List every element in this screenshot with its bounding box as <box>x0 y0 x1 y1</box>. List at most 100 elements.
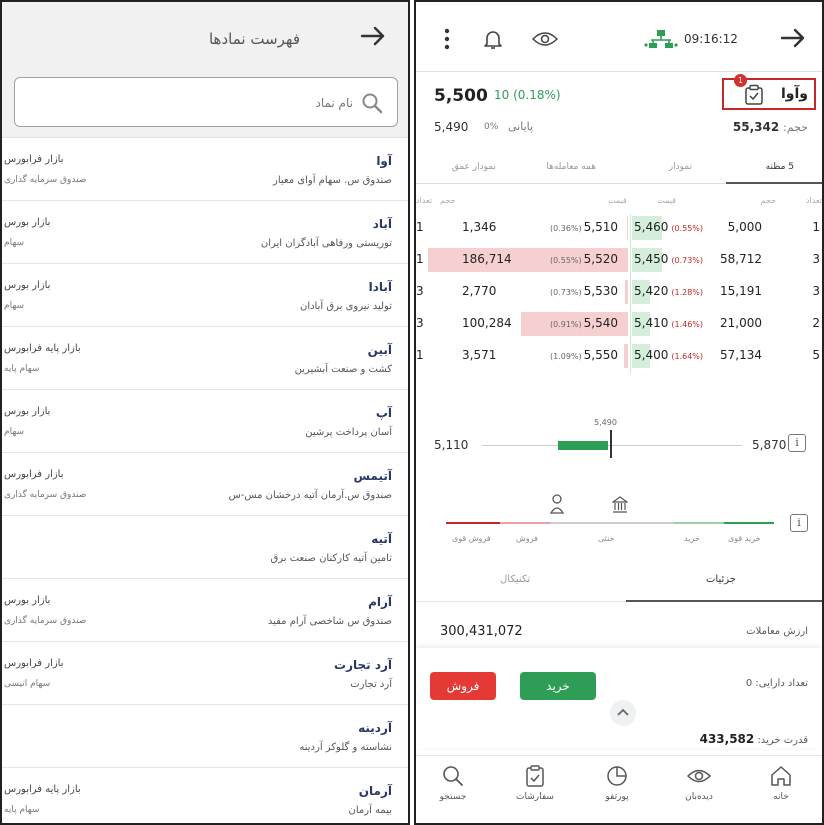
header-buy-count: تعداد <box>805 196 822 205</box>
buy-count: 3 <box>812 252 820 266</box>
symbol-type: سهام <box>4 427 25 437</box>
list-item[interactable]: آتیه تامین آتیه کارکنان صنعت برق <box>2 516 408 579</box>
list-item[interactable]: آرمان بیمه آرمان بازار پایه فرابورس سهام پا… <box>2 768 408 823</box>
info-icon[interactable]: i <box>790 514 808 532</box>
sell-price: (0.55%) 5,520 <box>550 252 618 266</box>
more-vertical-icon[interactable] <box>444 28 450 50</box>
buy-price: 5,400 (1.64%) <box>634 348 705 362</box>
tab-details[interactable]: جزئیات <box>706 574 736 585</box>
range-reference-marker <box>610 430 612 458</box>
volume-label: حجم: <box>783 121 808 134</box>
list-item[interactable]: آوا صندوق س. سهام آوای معیار بازار فرابورس… <box>2 138 408 201</box>
sell-count: 3 <box>416 316 424 330</box>
symbol-code: آپ <box>375 406 392 420</box>
buy-price-value: 5,400 <box>634 348 669 362</box>
nav-home[interactable]: خانه <box>746 764 816 802</box>
list-item[interactable]: آرد تجارت آرد تجارت بازار فرابورس سهام اتیس… <box>2 642 408 705</box>
holdings: تعداد دارایی: 0 <box>746 678 808 689</box>
buy-price-value: 5,450 <box>634 252 669 266</box>
tab-depth-chart[interactable]: نمودار عمق <box>452 162 496 172</box>
orderbook-row[interactable]: 1 186,714 (0.55%) 5,520 5,450 (0.73%) 58,712 3 <box>416 246 822 274</box>
buy-price-value: 5,410 <box>634 316 669 330</box>
arrow-right-icon[interactable] <box>358 22 388 50</box>
buy-power-value: 433,582 <box>699 732 755 746</box>
price-change: 10 (0.18%) <box>494 88 561 102</box>
network-status-icon <box>644 30 678 48</box>
search-input[interactable] <box>25 90 353 116</box>
symbol-company-name: آسان پرداخت پرشین <box>305 427 392 438</box>
symbol-company-name: نشاسته و گلوکز آردینه <box>299 742 392 753</box>
symbol-type: سهام اتیسی <box>4 679 51 689</box>
sell-volume: 3,571 <box>462 348 496 362</box>
symbol-company-name: صندوق س شاخصی آرام مفید <box>267 616 392 627</box>
buy-volume: 5,000 <box>728 220 762 234</box>
buy-price-percent: (0.73%) <box>671 256 704 265</box>
range-max: 5,870 <box>752 438 787 452</box>
tab-all-trades[interactable]: همه معامله‌ها <box>546 162 596 172</box>
buy-volume-value: 58,712 <box>720 252 762 266</box>
symbol-code: آرد تجارت <box>334 658 392 672</box>
nav-search[interactable]: جستجو <box>418 764 488 802</box>
symbol-type: سهام <box>4 301 25 311</box>
sell-count-value: 1 <box>416 348 424 362</box>
orderbook-row[interactable]: 3 100,284 (0.91%) 5,540 5,410 (1.46%) 21,000 2 <box>416 310 822 338</box>
range-reference-price: 5,490 <box>594 418 617 427</box>
arrow-right-icon[interactable] <box>778 24 808 52</box>
bank-icon <box>612 496 628 513</box>
buy-price: 5,460 (0.55%) <box>634 220 705 234</box>
tab-chart[interactable]: نمودار <box>669 162 692 172</box>
buy-count: 1 <box>812 220 820 234</box>
nav-orders-label: سفارشات <box>516 792 554 802</box>
clipboard-check-icon[interactable] <box>744 84 764 106</box>
sell-button[interactable]: فروش <box>430 672 496 700</box>
sell-price-percent: (1.09%) <box>550 352 582 361</box>
buy-volume-value: 57,134 <box>720 348 762 362</box>
sell-count: 1 <box>416 348 424 362</box>
buy-count-value: 3 <box>812 252 820 266</box>
trade-actions: فروش خرید تعداد دارایی: 0 قدرت خرید: 433… <box>416 648 822 748</box>
buy-power: قدرت خرید: 433,582 <box>700 732 808 746</box>
symbol-type: سهام <box>4 238 25 248</box>
bell-icon[interactable] <box>482 28 504 50</box>
person-icon <box>550 494 564 514</box>
symbol-code: آرمان <box>358 784 392 798</box>
list-item[interactable]: آباد توریستی ورفاهی آبادگران ایران بازار ب… <box>2 201 408 264</box>
symbol-header[interactable]: وآوا 1 <box>722 74 816 110</box>
home-icon <box>771 766 791 786</box>
buy-volume-value: 21,000 <box>720 316 762 330</box>
nav-portfolio[interactable]: پورتفو <box>582 764 652 802</box>
eye-icon[interactable] <box>532 30 558 48</box>
nav-home-label: خانه <box>773 792 789 802</box>
nav-watchlist[interactable]: دیده‌بان <box>664 764 734 802</box>
orderbook-row[interactable]: 3 2,770 (0.73%) 5,530 5,420 (1.28%) 15,191 3 <box>416 278 822 306</box>
symbol-company-name: صندوق س.آرمان آتیه درخشان مس-س <box>228 490 392 501</box>
price-range: 5,490 5,110 5,870 i <box>416 402 822 472</box>
sell-volume-value: 100,284 <box>462 316 512 330</box>
tab-orderbook[interactable]: 5 مظنه <box>766 162 794 172</box>
list-item[interactable]: آپ آسان پرداخت پرشین بازار بورس سهام <box>2 390 408 453</box>
list-item[interactable]: آرام صندوق س شاخصی آرام مفید بازار بورس صند… <box>2 579 408 642</box>
symbol-company-name: آرد تجارت <box>350 679 392 690</box>
trade-value: 300,431,072 <box>440 624 523 639</box>
list-item[interactable]: آتیمس صندوق س.آرمان آتیه درخشان مس-س بازار… <box>2 453 408 516</box>
buy-volume-value: 15,191 <box>720 284 762 298</box>
final-price-label: پایانی <box>508 120 534 133</box>
strong-sell-segment <box>446 522 500 524</box>
nav-orders[interactable]: سفارشات <box>500 764 570 802</box>
sell-price-value: 5,550 <box>583 348 619 362</box>
info-icon[interactable]: i <box>788 434 806 452</box>
symbol-code: آتیه <box>371 532 392 546</box>
chevron-up-icon[interactable] <box>610 700 636 726</box>
list-item[interactable]: آبادا تولید نیروی برق آبادان بازار بورس سها… <box>2 264 408 327</box>
list-item[interactable]: آردینه نشاسته و گلوکز آردینه <box>2 705 408 768</box>
buy-count-value: 1 <box>812 220 820 234</box>
holdings-label: تعداد دارایی: <box>755 678 808 689</box>
orderbook-row[interactable]: 1 1,346 (0.36%) 5,510 5,460 (0.55%) 5,000 1 <box>416 214 822 242</box>
list-item[interactable]: آبین کشت و صنعت آبشیرین بازار پایه فرابورس… <box>2 327 408 390</box>
buy-price-percent: (0.55%) <box>671 224 704 233</box>
symbol-list: آوا صندوق س. سهام آوای معیار بازار فرابورس… <box>2 138 408 823</box>
buy-button[interactable]: خرید <box>520 672 596 700</box>
sell-depth-bar <box>627 216 628 240</box>
orderbook-row[interactable]: 1 3,571 (1.09%) 5,550 5,400 (1.64%) 57,134 5 <box>416 342 822 370</box>
tab-technical[interactable]: تکنیکال <box>500 574 530 585</box>
